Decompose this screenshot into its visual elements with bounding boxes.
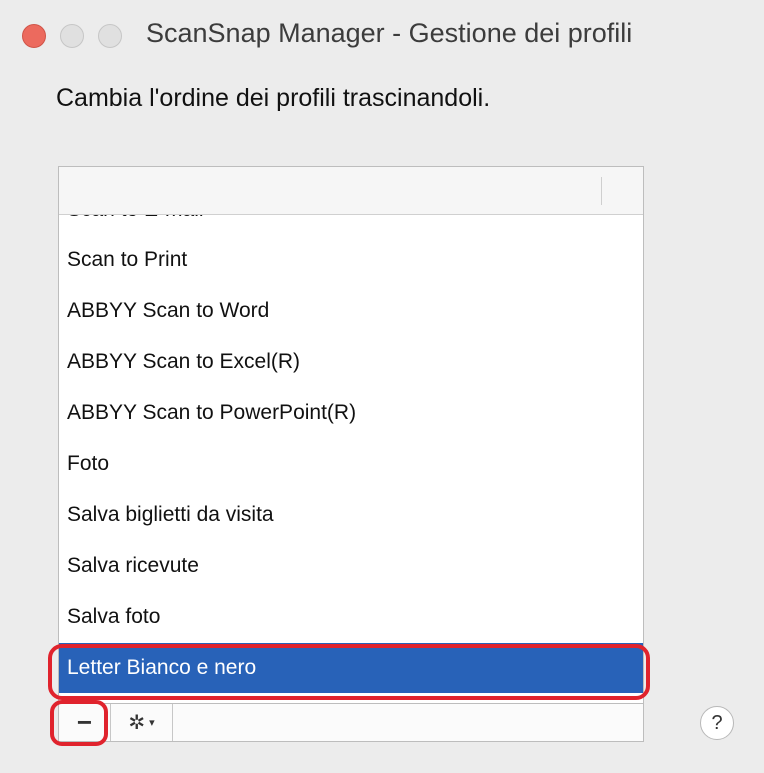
help-button[interactable]: ? [700, 706, 734, 740]
window-title: ScanSnap Manager - Gestione dei profili [146, 18, 633, 48]
profile-item-letter-bianco-nero[interactable]: Letter Bianco e nero [59, 643, 643, 693]
gear-icon: ✲ [128, 712, 146, 734]
chevron-down-icon: ▾ [149, 717, 155, 729]
column-divider[interactable] [601, 177, 602, 205]
question-mark-icon: ? [711, 711, 723, 734]
list-header[interactable] [59, 167, 643, 215]
instruction-text: Cambia l'ordine dei profili trascinandol… [56, 84, 491, 112]
profile-item-abbyy-excel[interactable]: ABBYY Scan to Excel(R) [59, 337, 643, 387]
profile-item-salva-foto[interactable]: Salva foto [59, 592, 643, 642]
title-bar[interactable]: ScanSnap Manager - Gestione dei profili [0, 0, 764, 72]
remove-profile-button[interactable]: − [59, 704, 111, 741]
profile-item-scan-to-email[interactable]: Scan to E-mail [59, 215, 643, 235]
profile-list[interactable]: Scan to E-mail Scan to Print ABBYY Scan … [58, 166, 644, 704]
profile-item-salva-ricevute[interactable]: Salva ricevute [59, 541, 643, 591]
action-menu-button[interactable]: ✲ ▾ [111, 704, 173, 741]
profile-item-abbyy-word[interactable]: ABBYY Scan to Word [59, 286, 643, 336]
profile-item-salva-biglietti[interactable]: Salva biglietti da visita [59, 490, 643, 540]
profile-item-abbyy-powerpoint[interactable]: ABBYY Scan to PowerPoint(R) [59, 388, 643, 438]
list-toolbar: − ✲ ▾ [58, 704, 644, 742]
minimize-window-button[interactable] [60, 24, 84, 48]
profile-item-foto[interactable]: Foto [59, 439, 643, 489]
close-window-button[interactable] [22, 24, 46, 48]
profile-rows[interactable]: Scan to E-mail Scan to Print ABBYY Scan … [59, 215, 643, 703]
minus-icon: − [76, 707, 93, 737]
profile-item-scan-to-print[interactable]: Scan to Print [59, 235, 643, 285]
zoom-window-button[interactable] [98, 24, 122, 48]
